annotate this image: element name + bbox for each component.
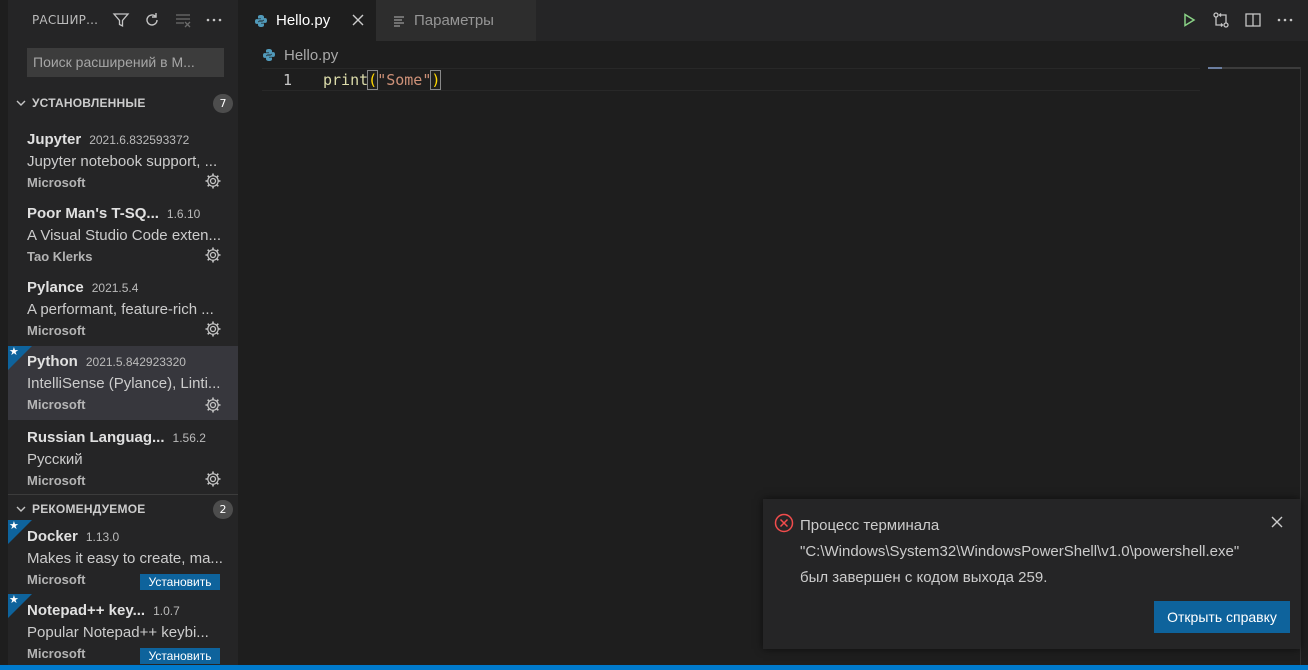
extension-name: Russian Languag... bbox=[27, 429, 165, 446]
sidebar-header: РАСШИР... bbox=[8, 0, 238, 40]
extension-description: Popular Notepad++ keybi... bbox=[27, 624, 209, 641]
extensions-sidebar: РАСШИР... Поиск расширений в М... УСТАНО… bbox=[0, 0, 238, 665]
extension-publisher: Microsoft bbox=[27, 572, 86, 587]
extension-name: Pylance bbox=[27, 279, 84, 296]
code-token-bracket: ( bbox=[367, 69, 379, 90]
extension-item-docker[interactable]: ★ Docker 1.13.0 Makes it easy to create, … bbox=[8, 520, 238, 594]
code-token-bracket: ) bbox=[430, 69, 442, 90]
extension-name: Python bbox=[27, 353, 78, 370]
extension-version: 2021.6.832593372 bbox=[89, 133, 190, 147]
extension-item-notepadpp-keymap[interactable]: ★ Notepad++ key... 1.0.7 Popular Notepad+… bbox=[8, 594, 238, 665]
section-title: УСТАНОВЛЕННЫЕ bbox=[32, 96, 146, 110]
extension-item-jupyter[interactable]: Jupyter 2021.6.832593372 Jupyter notebook… bbox=[8, 120, 238, 194]
breadcrumb[interactable]: Hello.py bbox=[262, 44, 338, 66]
extension-version: 2021.5.4 bbox=[91, 281, 139, 295]
extension-name: Jupyter bbox=[27, 131, 82, 148]
filter-icon[interactable] bbox=[110, 9, 132, 31]
python-icon bbox=[254, 14, 268, 28]
close-icon[interactable] bbox=[1270, 515, 1284, 529]
notification-message: Процесс терминала "C:\Windows\System32\W… bbox=[800, 513, 1270, 591]
more-actions-icon[interactable] bbox=[1274, 8, 1296, 32]
clear-list-icon[interactable] bbox=[172, 9, 194, 31]
gear-icon[interactable] bbox=[204, 320, 222, 338]
extension-description: Русский bbox=[27, 451, 83, 468]
breadcrumb-file: Hello.py bbox=[284, 46, 339, 64]
settings-file-icon bbox=[392, 14, 406, 28]
notification-line: "C:\Windows\System32\WindowsPowerShell\v… bbox=[800, 543, 1240, 560]
more-actions-icon[interactable] bbox=[203, 9, 225, 31]
extension-publisher: Microsoft bbox=[27, 323, 86, 338]
code-token-string: "Some" bbox=[377, 70, 432, 89]
extension-version: 1.6.10 bbox=[166, 207, 201, 221]
star-icon: ★ bbox=[9, 346, 19, 358]
terminal-exit-notification: Процесс терминала "C:\Windows\System32\W… bbox=[763, 499, 1300, 649]
extension-item-poor-mans-tsql[interactable]: Poor Man's T-SQ... 1.6.10 A Visual Studio… bbox=[8, 194, 238, 268]
python-icon bbox=[262, 48, 276, 62]
extension-publisher: Microsoft bbox=[27, 175, 86, 190]
extension-version: 1.0.7 bbox=[153, 604, 180, 618]
activity-bar-edge bbox=[0, 0, 8, 665]
gear-icon[interactable] bbox=[204, 396, 222, 414]
tab-label: Hello.py bbox=[276, 12, 331, 29]
open-changes-icon[interactable] bbox=[1210, 8, 1232, 32]
extension-description: A performant, feature-rich ... bbox=[27, 301, 214, 318]
split-editor-icon[interactable] bbox=[1242, 8, 1264, 32]
extension-publisher: Microsoft bbox=[27, 397, 86, 412]
extension-version: 2021.5.842923320 bbox=[85, 355, 186, 369]
vertical-scrollbar[interactable] bbox=[1300, 67, 1308, 665]
star-icon: ★ bbox=[9, 520, 19, 532]
extension-name: Docker bbox=[27, 528, 78, 545]
section-title: РЕКОМЕНДУЕМОЕ bbox=[32, 502, 146, 516]
count-badge: 7 bbox=[213, 94, 233, 113]
section-installed[interactable]: УСТАНОВЛЕННЫЕ 7 bbox=[8, 89, 238, 117]
extension-item-python[interactable]: ★ Python 2021.5.842923320 IntelliSense (P… bbox=[8, 346, 238, 420]
code-line[interactable]: 1 print("Some") bbox=[262, 68, 442, 91]
tab-label: Параметры bbox=[414, 12, 494, 29]
extension-item-pylance[interactable]: Pylance 2021.5.4 A performant, feature-ri… bbox=[8, 268, 238, 342]
editor-tab-bar: Hello.py Параметры bbox=[238, 0, 1308, 41]
chevron-down-icon bbox=[10, 97, 32, 109]
sidebar-title: РАСШИР... bbox=[32, 13, 99, 27]
run-icon[interactable] bbox=[1178, 8, 1200, 32]
status-bar bbox=[0, 665, 1308, 670]
error-icon bbox=[774, 513, 794, 533]
count-badge: 2 bbox=[213, 500, 233, 519]
extension-description: Makes it easy to create, ma... bbox=[27, 550, 223, 567]
install-button[interactable]: Установить bbox=[140, 648, 220, 664]
line-number: 1 bbox=[282, 70, 292, 89]
minimap-marker bbox=[1208, 67, 1222, 69]
notification-line: был завершен с кодом выхода 259. bbox=[800, 569, 1048, 586]
extension-publisher: Microsoft bbox=[27, 473, 86, 488]
close-icon[interactable] bbox=[350, 12, 366, 28]
code-token-function: print bbox=[323, 70, 369, 89]
extension-description: A Visual Studio Code exten... bbox=[27, 227, 222, 244]
editor-actions bbox=[1168, 8, 1296, 32]
search-extensions-input[interactable]: Поиск расширений в М... bbox=[27, 48, 224, 77]
star-icon: ★ bbox=[9, 594, 19, 606]
gear-icon[interactable] bbox=[204, 172, 222, 190]
section-recommended[interactable]: РЕКОМЕНДУЕМОЕ 2 bbox=[8, 495, 238, 523]
gear-icon[interactable] bbox=[204, 246, 222, 264]
extension-version: 1.56.2 bbox=[172, 431, 206, 445]
extension-description: IntelliSense (Pylance), Linti... bbox=[27, 375, 221, 392]
extension-publisher: Tao Klerks bbox=[27, 249, 93, 264]
open-help-button[interactable]: Открыть справку bbox=[1154, 601, 1290, 633]
extension-item-russian-language-pack[interactable]: Russian Languag... 1.56.2 Русский Microso… bbox=[8, 418, 238, 492]
extension-publisher: Microsoft bbox=[27, 646, 86, 661]
notification-line: Процесс терминала bbox=[800, 517, 940, 534]
extension-name: Notepad++ key... bbox=[27, 602, 146, 619]
chevron-down-icon bbox=[10, 503, 32, 515]
install-button[interactable]: Установить bbox=[140, 574, 220, 590]
tab-hello-py[interactable]: Hello.py bbox=[238, 0, 376, 41]
refresh-icon[interactable] bbox=[141, 9, 163, 31]
tab-settings[interactable]: Параметры bbox=[376, 0, 536, 41]
gear-icon[interactable] bbox=[204, 470, 222, 488]
extension-description: Jupyter notebook support, ... bbox=[27, 153, 218, 170]
extension-version: 1.13.0 bbox=[85, 530, 120, 544]
extension-name: Poor Man's T-SQ... bbox=[27, 205, 159, 222]
